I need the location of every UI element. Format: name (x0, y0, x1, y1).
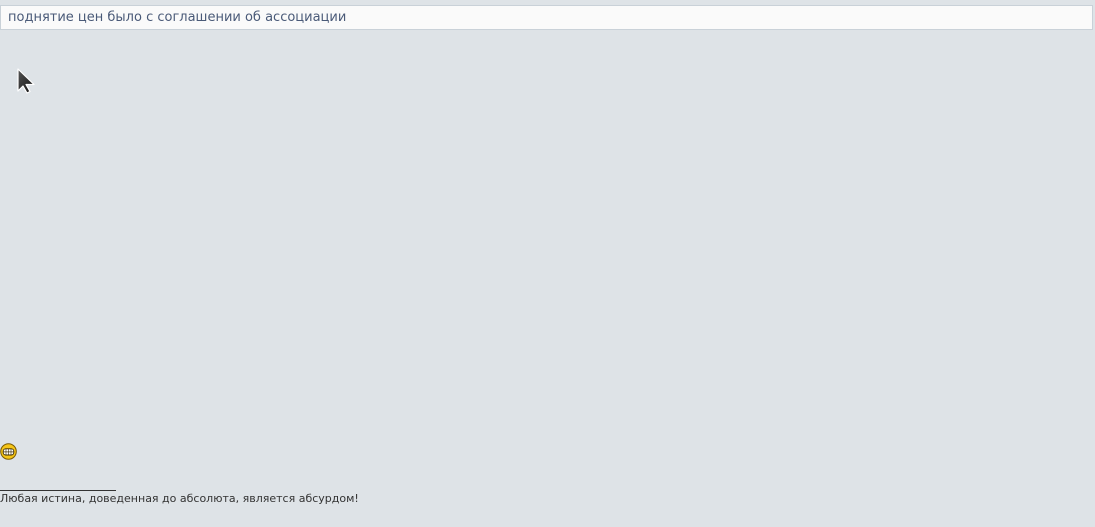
signature-divider (0, 490, 116, 491)
grin-smiley-icon (0, 443, 17, 460)
signature-text: Любая истина, доведенная до абсолюта, яв… (0, 492, 359, 505)
quote-text: поднятие цен было с соглашении об ассоци… (8, 10, 347, 25)
quote-box: поднятие цен было с соглашении об ассоци… (0, 5, 1093, 30)
mouse-pointer-icon (17, 68, 35, 94)
